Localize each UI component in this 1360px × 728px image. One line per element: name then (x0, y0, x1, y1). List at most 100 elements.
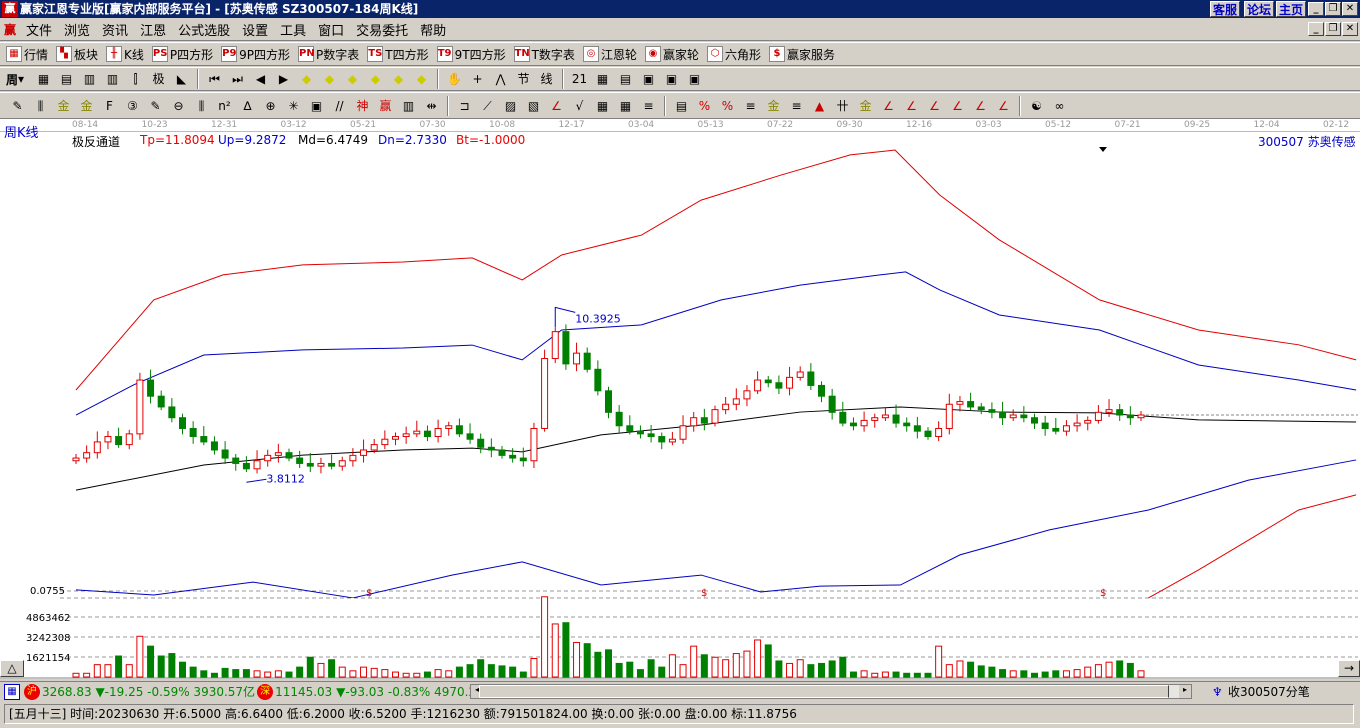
menu-settings[interactable]: 设置 (236, 20, 274, 39)
calculator-icon[interactable]: ▦ (4, 683, 20, 700)
tool-icon[interactable]: ⊐ (456, 97, 474, 115)
tool-icon[interactable]: ◆ (344, 70, 362, 88)
toolbar-winner-wheel-button[interactable]: ◉ 赢家轮 (644, 46, 699, 63)
tool-icon[interactable]: ▣ (686, 70, 704, 88)
sz-index[interactable]: 11145.03 ▼-93.03 -0.83% 4970.2 (275, 685, 476, 699)
tool-icon[interactable]: ⋀ (492, 70, 510, 88)
tool-icon[interactable]: n² (216, 97, 234, 115)
menu-window[interactable]: 窗口 (312, 20, 350, 39)
tool-icon[interactable]: ▲ (811, 97, 829, 115)
tool-icon[interactable]: + (469, 70, 487, 88)
tool-icon[interactable]: ∠ (880, 97, 898, 115)
menu-tools[interactable]: 工具 (274, 20, 312, 39)
toolbar-grid-button[interactable]: ▦ 行情 (6, 46, 48, 63)
scroll-right-arrow[interactable]: ▸ (1179, 685, 1191, 698)
tool-icon[interactable]: 节 (515, 70, 533, 88)
tool-icon[interactable]: 卄 (834, 97, 852, 115)
horizontal-scrollbar[interactable]: ◂ ▸ (470, 684, 1192, 699)
tool-icon[interactable]: ⫼ (193, 97, 211, 115)
chart-area[interactable]: 10.3925 3.8112 0.0755 4863462 3242308 1621154… (0, 119, 1360, 679)
menu-help[interactable]: 帮助 (414, 20, 452, 39)
tool-icon[interactable]: ∞ (1051, 97, 1069, 115)
kline-chart[interactable]: 10.3925 3.8112 0.0755 4863462 3242308 1621154… (0, 119, 1360, 679)
tool-icon[interactable]: ∠ (995, 97, 1013, 115)
tool-icon[interactable]: ✳ (285, 97, 303, 115)
scrollbar-thumb[interactable] (479, 685, 1169, 698)
period-select[interactable]: 周 ▾ (6, 71, 24, 88)
tool-icon[interactable]: ◆ (321, 70, 339, 88)
tool-icon[interactable]: ∠ (903, 97, 921, 115)
tool-icon[interactable]: ⫿ (127, 70, 145, 88)
toolbar-dollar-button[interactable]: $ 赢家服务 (768, 46, 835, 63)
tool-icon[interactable]: ▨ (502, 97, 520, 115)
tool-icon[interactable]: ∠ (926, 97, 944, 115)
tool-icon[interactable]: ▦ (594, 70, 612, 88)
tool-icon[interactable]: 金 (765, 97, 783, 115)
toolbar-ts-button[interactable]: TS T四方形 (367, 46, 429, 63)
tool-icon[interactable]: ⏮ (206, 70, 224, 88)
tool-icon[interactable]: ▤ (617, 70, 635, 88)
tool-icon[interactable]: 金 (55, 97, 73, 115)
tool-icon[interactable]: 金 (857, 97, 875, 115)
menu-formula[interactable]: 公式选股 (172, 20, 236, 39)
tool-icon[interactable]: ▥ (81, 70, 99, 88)
tool-icon[interactable]: ◀ (252, 70, 270, 88)
tool-icon[interactable]: ◆ (298, 70, 316, 88)
tool-icon[interactable]: ⇹ (423, 97, 441, 115)
menu-info[interactable]: 资讯 (96, 20, 134, 39)
tool-icon[interactable]: ▧ (525, 97, 543, 115)
tool-icon[interactable]: ◣ (173, 70, 191, 88)
tool-icon[interactable]: ☯ (1028, 97, 1046, 115)
tool-icon[interactable]: ▣ (640, 70, 658, 88)
tool-icon[interactable]: ∠ (972, 97, 990, 115)
toolbar-t9-button[interactable]: T9 9T四方形 (436, 46, 506, 63)
tool-icon[interactable]: ≡ (788, 97, 806, 115)
tool-icon[interactable]: % (719, 97, 737, 115)
tool-icon[interactable]: ▤ (58, 70, 76, 88)
tool-icon[interactable]: ▦ (594, 97, 612, 115)
tool-icon[interactable]: ◆ (390, 70, 408, 88)
toolbar-tn-button[interactable]: TN T数字表 (513, 46, 575, 63)
tool-icon[interactable]: ▤ (673, 97, 691, 115)
tool-icon[interactable]: // (331, 97, 349, 115)
restore-button[interactable]: ❐ (1325, 2, 1341, 16)
tool-icon[interactable]: ▣ (308, 97, 326, 115)
tool-icon[interactable]: ◆ (413, 70, 431, 88)
tool-icon[interactable]: ✋ (446, 70, 464, 88)
tool-icon[interactable]: ≡ (742, 97, 760, 115)
close-button[interactable]: ✕ (1342, 2, 1358, 16)
child-restore-button[interactable]: ❐ (1325, 22, 1341, 36)
tool-icon[interactable]: ✎ (9, 97, 27, 115)
tool-icon[interactable]: ✎ (147, 97, 165, 115)
tool-icon[interactable]: ◆ (367, 70, 385, 88)
tool-icon[interactable]: ⊕ (262, 97, 280, 115)
tool-icon[interactable]: ∠ (548, 97, 566, 115)
tool-icon[interactable]: 神 (354, 97, 372, 115)
tool-icon[interactable]: ▶ (275, 70, 293, 88)
menu-browse[interactable]: 浏览 (58, 20, 96, 39)
tool-icon[interactable]: ▦ (35, 70, 53, 88)
child-close-button[interactable]: ✕ (1342, 22, 1358, 36)
tool-icon[interactable]: ∠ (949, 97, 967, 115)
tool-icon[interactable]: ⟋ (479, 97, 497, 115)
tool-icon[interactable]: 线 (538, 70, 556, 88)
link-service[interactable]: 客服 (1210, 1, 1241, 17)
tool-icon[interactable]: 金 (78, 97, 96, 115)
tool-icon[interactable]: 21 (571, 70, 589, 88)
tool-icon[interactable]: ⊖ (170, 97, 188, 115)
tool-icon[interactable]: ▣ (663, 70, 681, 88)
toolbar-kline-button[interactable]: ╫ K线 (106, 46, 144, 63)
toolbar-hexagon-button[interactable]: ⬡ 六角形 (706, 46, 761, 63)
tool-icon[interactable]: ▥ (400, 97, 418, 115)
tool-icon[interactable]: 赢 (377, 97, 395, 115)
link-home[interactable]: 主页 (1276, 1, 1307, 17)
tool-icon[interactable]: ⫼ (32, 97, 50, 115)
expand-up-button[interactable]: △ (0, 660, 24, 677)
tool-icon[interactable]: ▦ (617, 97, 635, 115)
sh-index[interactable]: 3268.83 ▼-19.25 -0.59% 3930.57亿 (42, 683, 255, 700)
tool-icon[interactable]: ∆ (239, 97, 257, 115)
minimize-button[interactable]: _ (1308, 2, 1324, 16)
tool-icon[interactable]: % (696, 97, 714, 115)
tool-icon[interactable]: ③ (124, 97, 142, 115)
tool-icon[interactable]: ⏭ (229, 70, 247, 88)
